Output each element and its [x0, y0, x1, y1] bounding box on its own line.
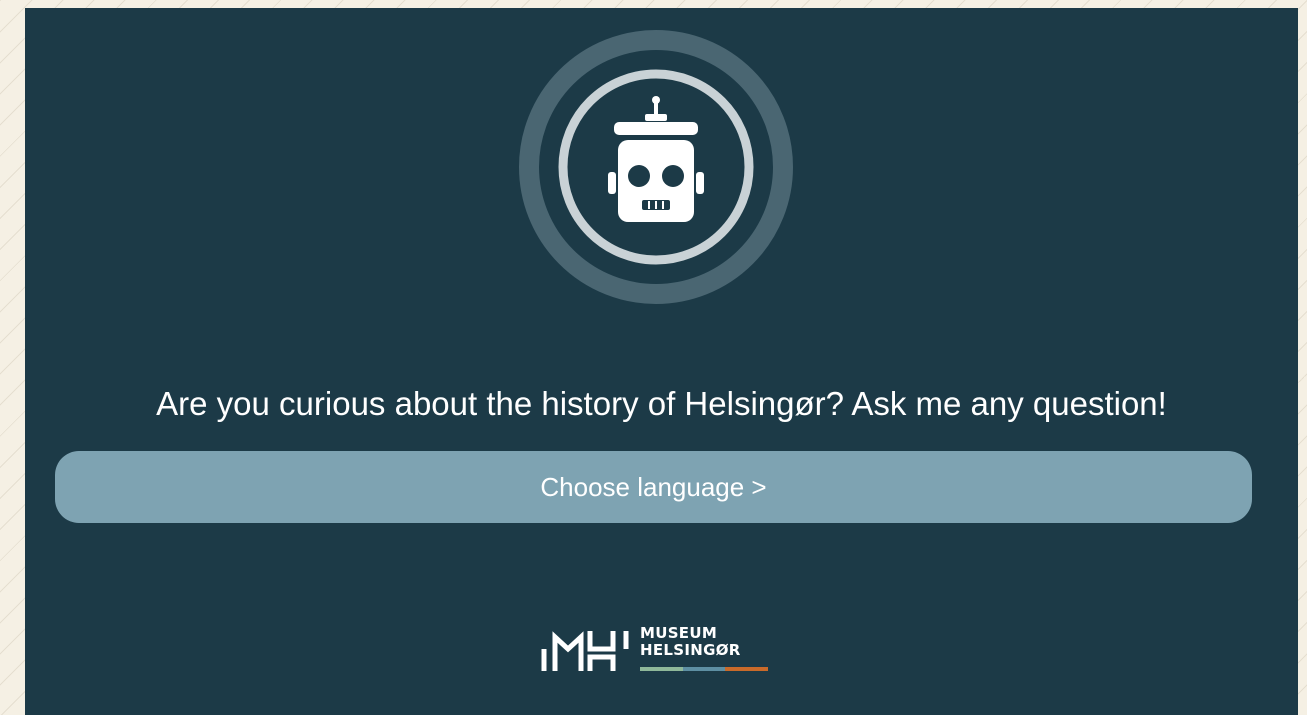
choose-language-button[interactable]: Choose language > [55, 451, 1252, 523]
robot-icon [519, 30, 793, 304]
logo-stripe-orange [725, 667, 769, 671]
logo-text: MUSEUM HELSINGØR [640, 625, 741, 659]
assistant-avatar [517, 28, 795, 306]
museum-helsingor-logo[interactable]: MUSEUM HELSINGØR [540, 625, 780, 685]
logo-line-2: HELSINGØR [640, 641, 741, 659]
logo-line-1: MUSEUM [640, 624, 718, 642]
intro-question: Are you curious about the history of Hel… [156, 385, 1167, 422]
museum-logo-mark [541, 631, 629, 671]
logo-color-stripe [640, 667, 769, 671]
chat-start-panel: Are you curious about the history of Hel… [25, 8, 1298, 715]
logo-stripe-green [640, 667, 683, 671]
logo-stripe-blue [682, 667, 726, 671]
